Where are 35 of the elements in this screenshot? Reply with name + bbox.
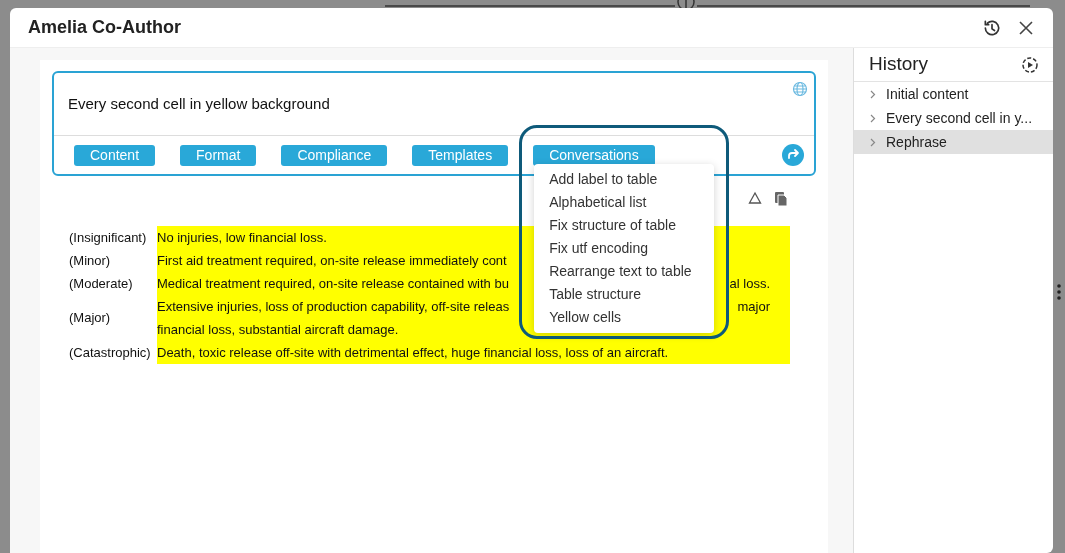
menu-item[interactable]: Add label to table <box>534 168 715 191</box>
cell-text: major <box>737 297 770 316</box>
prompt-text[interactable]: Every second cell in yellow background <box>54 73 814 135</box>
cell-text: No injuries, low financial loss. <box>157 228 327 247</box>
row-label: (Insignificant) <box>69 228 147 247</box>
menu-item[interactable]: Alphabetical list <box>534 191 715 214</box>
redo-icon[interactable] <box>782 144 804 166</box>
history-item[interactable]: Rephrase <box>854 130 1053 154</box>
replay-icon[interactable] <box>1021 55 1039 74</box>
menu-item[interactable]: Table structure <box>534 283 715 306</box>
delta-icon[interactable] <box>748 191 762 205</box>
cell-text: First aid treatment required, on-site release immediately cont <box>157 251 507 270</box>
menu-item[interactable]: Fix structure of table <box>534 214 715 237</box>
row-label: (Major) <box>69 309 111 328</box>
history-item[interactable]: Initial content <box>854 82 1053 106</box>
history-item[interactable]: Every second cell in y... <box>854 106 1053 130</box>
chevron-icon <box>870 89 876 99</box>
row-label: (Moderate) <box>69 274 133 293</box>
row-label: (Minor) <box>69 251 111 270</box>
cell-text: Death, toxic release off-site with detrimental effect, huge financial loss, loss of an aircraft. <box>157 343 669 362</box>
chevron-icon <box>870 113 876 123</box>
close-icon[interactable] <box>1018 19 1034 36</box>
menu-item[interactable]: Yellow cells <box>534 306 715 329</box>
menu-item[interactable]: Fix utf encoding <box>534 237 715 260</box>
more-icon[interactable] <box>1056 283 1062 301</box>
panel-title: History <box>869 52 929 77</box>
copy-icon[interactable] <box>774 191 788 207</box>
cell-text: al loss. <box>729 274 770 293</box>
cell-text: Medical treatment required, on-site release contained with bu <box>157 274 509 293</box>
cell-text: financial loss, substantial aircraft damage. <box>157 320 399 339</box>
menu-item[interactable]: Rearrange text to table <box>534 260 715 283</box>
chevron-icon <box>870 137 876 147</box>
window-title: Amelia Co-Author <box>28 16 181 39</box>
row-label: (Catastrophic) <box>69 343 151 362</box>
cell-text: Extensive injuries, loss of production capability, off-site releas <box>157 297 510 316</box>
